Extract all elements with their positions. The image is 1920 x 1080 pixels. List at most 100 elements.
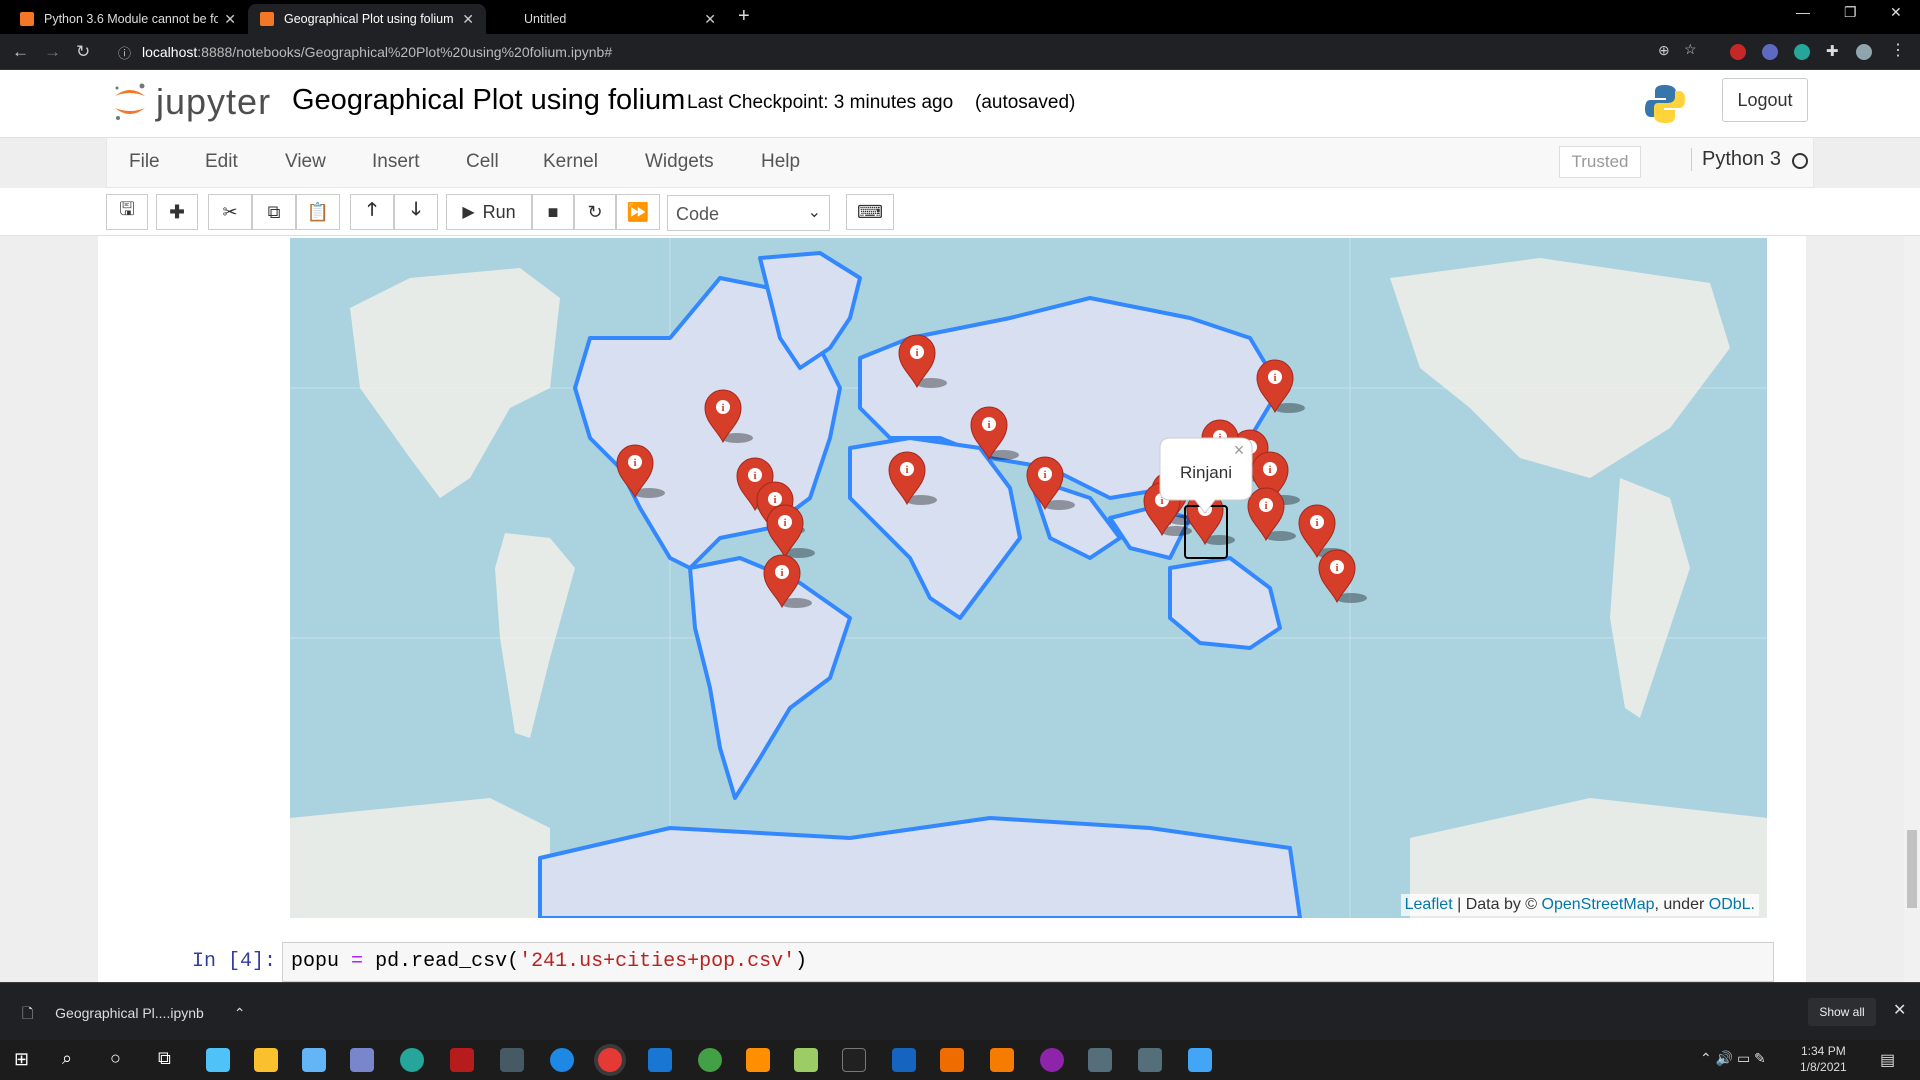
kernel-name[interactable]: Python 3 bbox=[1691, 148, 1781, 171]
map-marker-icon[interactable]: i bbox=[1318, 549, 1367, 604]
powershell-icon[interactable] bbox=[892, 1048, 916, 1072]
menu-kernel[interactable]: Kernel bbox=[543, 151, 598, 173]
svg-text:i: i bbox=[1335, 562, 1338, 574]
restore-icon[interactable]: ❐ bbox=[1844, 4, 1857, 21]
task-view-icon[interactable]: ⧉ bbox=[158, 1048, 171, 1069]
app-icon[interactable] bbox=[302, 1048, 326, 1072]
save-icon: 🖫 bbox=[119, 199, 135, 219]
app-icon[interactable] bbox=[1138, 1048, 1162, 1072]
close-tab-icon[interactable]: ✕ bbox=[462, 11, 474, 28]
openstreetmap-link[interactable]: OpenStreetMap bbox=[1542, 896, 1655, 913]
cortana-icon[interactable]: ○ bbox=[110, 1048, 121, 1069]
menu-widgets[interactable]: Widgets bbox=[645, 151, 714, 173]
clock[interactable]: 1:34 PM 1/8/2021 bbox=[1800, 1044, 1847, 1074]
puzzle-icon[interactable]: ✚ bbox=[1826, 42, 1842, 60]
chevron-up-icon[interactable]: ⌃ bbox=[234, 1005, 246, 1021]
scissors-icon: ✂ bbox=[222, 201, 238, 222]
git-icon[interactable] bbox=[990, 1048, 1014, 1072]
forward-icon[interactable]: → bbox=[44, 42, 61, 62]
vlc-icon[interactable] bbox=[940, 1048, 964, 1072]
logout-button[interactable]: Logout bbox=[1722, 78, 1808, 122]
scrollbar-thumb[interactable] bbox=[1907, 830, 1917, 908]
map-marker-icon[interactable]: i bbox=[766, 504, 815, 559]
restart-icon: ↻ bbox=[587, 201, 603, 222]
terminal-icon[interactable] bbox=[842, 1048, 866, 1072]
paste-button[interactable]: 📋 bbox=[296, 194, 340, 230]
cell-type-select[interactable]: Code ⌄ bbox=[667, 195, 830, 231]
notebook-title[interactable]: Geographical Plot using folium bbox=[292, 84, 685, 117]
illustrator-icon[interactable] bbox=[746, 1048, 770, 1072]
insert-cell-button[interactable]: ✚ bbox=[156, 194, 198, 230]
browser-tab-active[interactable]: Geographical Plot using folium - ✕ bbox=[248, 4, 486, 34]
browser-tab[interactable]: Python 3.6 Module cannot be fo ✕ bbox=[8, 4, 248, 34]
minimize-icon[interactable]: — bbox=[1796, 4, 1810, 20]
windows-start-icon[interactable]: ⊞ bbox=[14, 1049, 29, 1070]
save-button[interactable]: 🖫 bbox=[106, 194, 148, 230]
odbl-link[interactable]: ODbL. bbox=[1709, 896, 1755, 913]
map-canvas[interactable]: iiiiiiiiiiiiiiiiiiii Rinjani × bbox=[290, 238, 1767, 918]
app-icon[interactable] bbox=[1088, 1048, 1112, 1072]
interrupt-button[interactable]: ■ bbox=[532, 194, 574, 230]
extension-icon[interactable] bbox=[1762, 44, 1778, 60]
new-tab-icon[interactable]: + bbox=[738, 5, 750, 28]
extension-icon[interactable] bbox=[1794, 44, 1810, 60]
move-up-button[interactable]: 🡑 bbox=[350, 194, 394, 230]
jupyter-header: jupyter Geographical Plot using folium L… bbox=[0, 70, 1920, 138]
cut-button[interactable]: ✂ bbox=[208, 194, 252, 230]
menu-file[interactable]: File bbox=[129, 151, 160, 173]
play-icon: ▶ bbox=[462, 204, 475, 221]
url-field[interactable]: ⓘ localhost:8888/notebooks/Geographical%… bbox=[110, 38, 1700, 66]
code-string: '241.us+cities+pop.csv' bbox=[519, 950, 796, 973]
app-icon[interactable] bbox=[206, 1048, 230, 1072]
pycharm-icon[interactable] bbox=[794, 1048, 818, 1072]
jupyter-logo[interactable]: jupyter bbox=[112, 80, 271, 124]
move-down-button[interactable]: 🡓 bbox=[394, 194, 438, 230]
restart-button[interactable]: ↻ bbox=[574, 194, 616, 230]
close-download-bar-icon[interactable]: ✕ bbox=[1893, 1000, 1906, 1020]
svg-text:i: i bbox=[633, 457, 636, 469]
bookmark-star-icon[interactable]: ☆ bbox=[1684, 41, 1697, 58]
zoom-icon[interactable]: ⊕ bbox=[1658, 42, 1670, 59]
page-scrollbar[interactable] bbox=[1904, 236, 1920, 982]
close-window-icon[interactable]: ✕ bbox=[1890, 4, 1902, 21]
menu-view[interactable]: View bbox=[285, 151, 326, 173]
copy-button[interactable]: ⧉ bbox=[252, 194, 296, 230]
edge-icon[interactable] bbox=[400, 1048, 424, 1072]
extension-icon[interactable] bbox=[1730, 44, 1746, 60]
file-explorer-icon[interactable] bbox=[254, 1048, 278, 1072]
app-icon[interactable] bbox=[450, 1048, 474, 1072]
menu-cell[interactable]: Cell bbox=[466, 151, 499, 173]
app-icon[interactable] bbox=[1188, 1048, 1212, 1072]
code-cell-editor[interactable]: popu = pd.read_csv('241.us+cities+pop.cs… bbox=[282, 942, 1774, 982]
reload-icon[interactable]: ↻ bbox=[76, 42, 90, 62]
notifications-icon[interactable]: ▤ bbox=[1880, 1050, 1895, 1070]
command-palette-button[interactable]: ⌨ bbox=[846, 194, 894, 230]
app-icon[interactable] bbox=[698, 1048, 722, 1072]
leaflet-link[interactable]: Leaflet bbox=[1405, 896, 1453, 913]
tray-icons[interactable]: ⌃ 🔊 ▭ ✎ bbox=[1700, 1050, 1766, 1067]
menu-insert[interactable]: Insert bbox=[372, 151, 420, 173]
trusted-indicator[interactable]: Trusted bbox=[1559, 146, 1641, 178]
browser-tab[interactable]: Untitled ✕ bbox=[488, 4, 728, 34]
close-tab-icon[interactable]: ✕ bbox=[704, 11, 716, 28]
vscode-icon[interactable] bbox=[648, 1048, 672, 1072]
search-icon[interactable]: ⌕ bbox=[62, 1048, 72, 1069]
show-all-button[interactable]: Show all bbox=[1808, 998, 1876, 1026]
restart-run-all-button[interactable]: ⏩ bbox=[616, 194, 660, 230]
folium-map[interactable]: iiiiiiiiiiiiiiiiiiii Rinjani × Leaflet |… bbox=[290, 238, 1767, 918]
qbittorrent-icon[interactable] bbox=[550, 1048, 574, 1072]
app-icon[interactable] bbox=[1040, 1048, 1064, 1072]
info-icon[interactable]: ⓘ bbox=[118, 43, 131, 62]
chrome-icon[interactable] bbox=[598, 1048, 622, 1072]
back-icon[interactable]: ← bbox=[12, 42, 29, 62]
discord-icon[interactable] bbox=[350, 1048, 374, 1072]
download-item[interactable]: 🗋 Geographical Pl....ipynb ⌃ bbox=[22, 1003, 245, 1027]
menu-help[interactable]: Help bbox=[761, 151, 800, 173]
menu-edit[interactable]: Edit bbox=[205, 151, 238, 173]
menu-kebab-icon[interactable]: ⋮ bbox=[1890, 40, 1906, 59]
run-button[interactable]: ▶ Run bbox=[446, 194, 532, 230]
profile-avatar[interactable] bbox=[1856, 44, 1872, 60]
popup-close-icon[interactable]: × bbox=[1234, 440, 1245, 460]
close-tab-icon[interactable]: ✕ bbox=[224, 11, 236, 28]
steam-icon[interactable] bbox=[500, 1048, 524, 1072]
